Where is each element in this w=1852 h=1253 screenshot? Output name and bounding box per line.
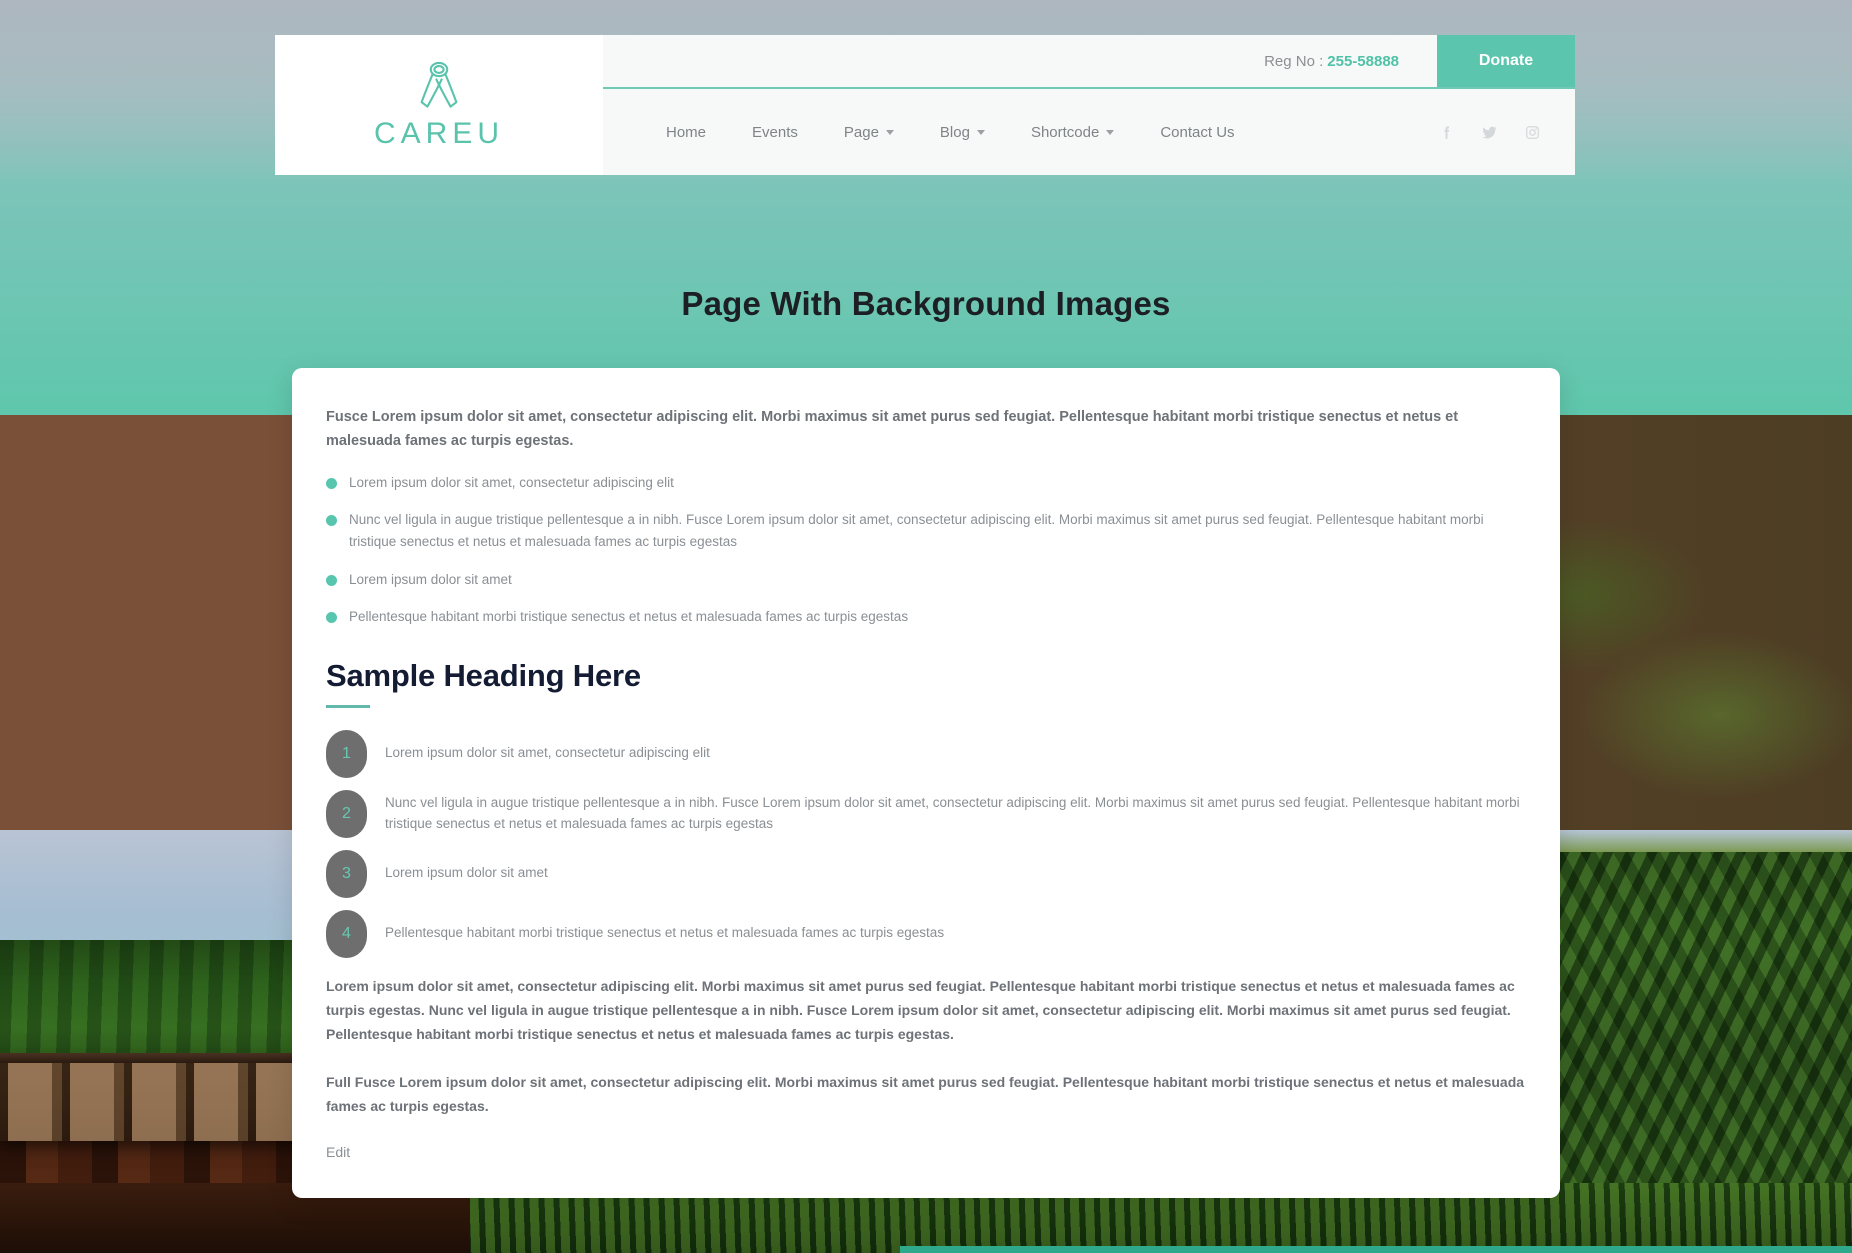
instagram-icon[interactable] xyxy=(1524,124,1541,141)
registration-number: Reg No : 255-58888 xyxy=(1264,35,1437,87)
numbered-item-text: Lorem ipsum dolor sit amet, consectetur … xyxy=(385,745,710,761)
ribbon-icon xyxy=(420,61,458,108)
list-item: 1 Lorem ipsum dolor sit amet, consectetu… xyxy=(326,729,1526,778)
main-navigation: Home Events Page Blog Shortcode Contact … xyxy=(603,89,1575,175)
reg-value: 255-58888 xyxy=(1327,52,1399,70)
logo-text: CAREU xyxy=(373,117,504,150)
list-item: Pellentesque habitant morbi tristique se… xyxy=(326,606,1526,628)
nav-label-blog: Blog xyxy=(939,123,970,141)
chevron-down-icon xyxy=(1106,129,1115,135)
numbered-list: 1 Lorem ipsum dolor sit amet, consectetu… xyxy=(326,729,1526,958)
twitter-icon[interactable] xyxy=(1481,124,1498,141)
nav-item-events[interactable]: Events xyxy=(729,124,821,141)
content-card: Fusce Lorem ipsum dolor sit amet, consec… xyxy=(292,368,1560,1198)
number-badge: 3 xyxy=(326,849,367,898)
nav-label-contact-us: Contact Us xyxy=(1160,123,1235,141)
number-badge: 4 xyxy=(326,909,367,958)
footer-accent-strip xyxy=(900,1246,1852,1253)
page-title: Page With Background Images xyxy=(681,285,1171,322)
intro-paragraph: Fusce Lorem ipsum dolor sit amet, consec… xyxy=(326,409,1459,449)
list-item: 3 Lorem ipsum dolor sit amet xyxy=(326,849,1526,898)
nav-label-home: Home xyxy=(666,123,707,141)
donate-button[interactable]: Donate xyxy=(1437,35,1575,87)
number-badge: 2 xyxy=(326,789,367,838)
numbered-item-text: Lorem ipsum dolor sit amet xyxy=(385,865,548,881)
top-bar: Reg No : 255-58888 Donate xyxy=(603,35,1575,89)
numbered-item-text: Pellentesque habitant morbi tristique se… xyxy=(385,925,945,941)
nav-item-shortcode[interactable]: Shortcode xyxy=(1008,124,1137,141)
nav-label-shortcode: Shortcode xyxy=(1030,123,1100,141)
section-heading: Sample Heading Here xyxy=(326,657,641,693)
facebook-icon[interactable] xyxy=(1438,124,1455,141)
nav-item-home[interactable]: Home xyxy=(643,124,729,141)
chevron-down-icon xyxy=(976,129,985,135)
list-item: Nunc vel ligula in augue tristique pelle… xyxy=(326,509,1526,552)
nav-label-page: Page xyxy=(843,123,879,141)
body-paragraph-2: Full Fusce Lorem ipsum dolor sit amet, c… xyxy=(326,1074,1525,1115)
nav-item-contact-us[interactable]: Contact Us xyxy=(1137,124,1257,141)
nav-item-page[interactable]: Page xyxy=(821,124,917,141)
bullet-list: Lorem ipsum dolor sit amet, consectetur … xyxy=(326,472,1526,628)
list-item: Lorem ipsum dolor sit amet xyxy=(326,569,1526,591)
reg-label: Reg No : xyxy=(1264,52,1324,70)
body-paragraph-1: Lorem ipsum dolor sit amet, consectetur … xyxy=(326,977,1515,1042)
list-item: Lorem ipsum dolor sit amet, consectetur … xyxy=(326,472,1526,494)
list-item: 4 Pellentesque habitant morbi tristique … xyxy=(326,909,1526,958)
list-item: 2 Nunc vel ligula in augue tristique pel… xyxy=(326,789,1526,838)
header-right: Reg No : 255-58888 Donate Home Events Pa… xyxy=(603,35,1575,175)
chevron-down-icon xyxy=(885,129,894,135)
nav-label-events: Events xyxy=(752,123,798,141)
top-bar-spacer xyxy=(603,35,1265,87)
social-links xyxy=(1438,124,1575,141)
number-badge: 1 xyxy=(326,729,367,778)
heading-underline xyxy=(326,704,370,708)
nav-item-blog[interactable]: Blog xyxy=(917,124,1008,141)
site-header: CAREU Reg No : 255-58888 Donate Home Eve… xyxy=(275,35,1575,175)
numbered-item-text: Nunc vel ligula in augue tristique pelle… xyxy=(385,794,1520,831)
edit-link[interactable]: Edit xyxy=(326,1144,350,1160)
logo[interactable]: CAREU xyxy=(275,35,603,175)
